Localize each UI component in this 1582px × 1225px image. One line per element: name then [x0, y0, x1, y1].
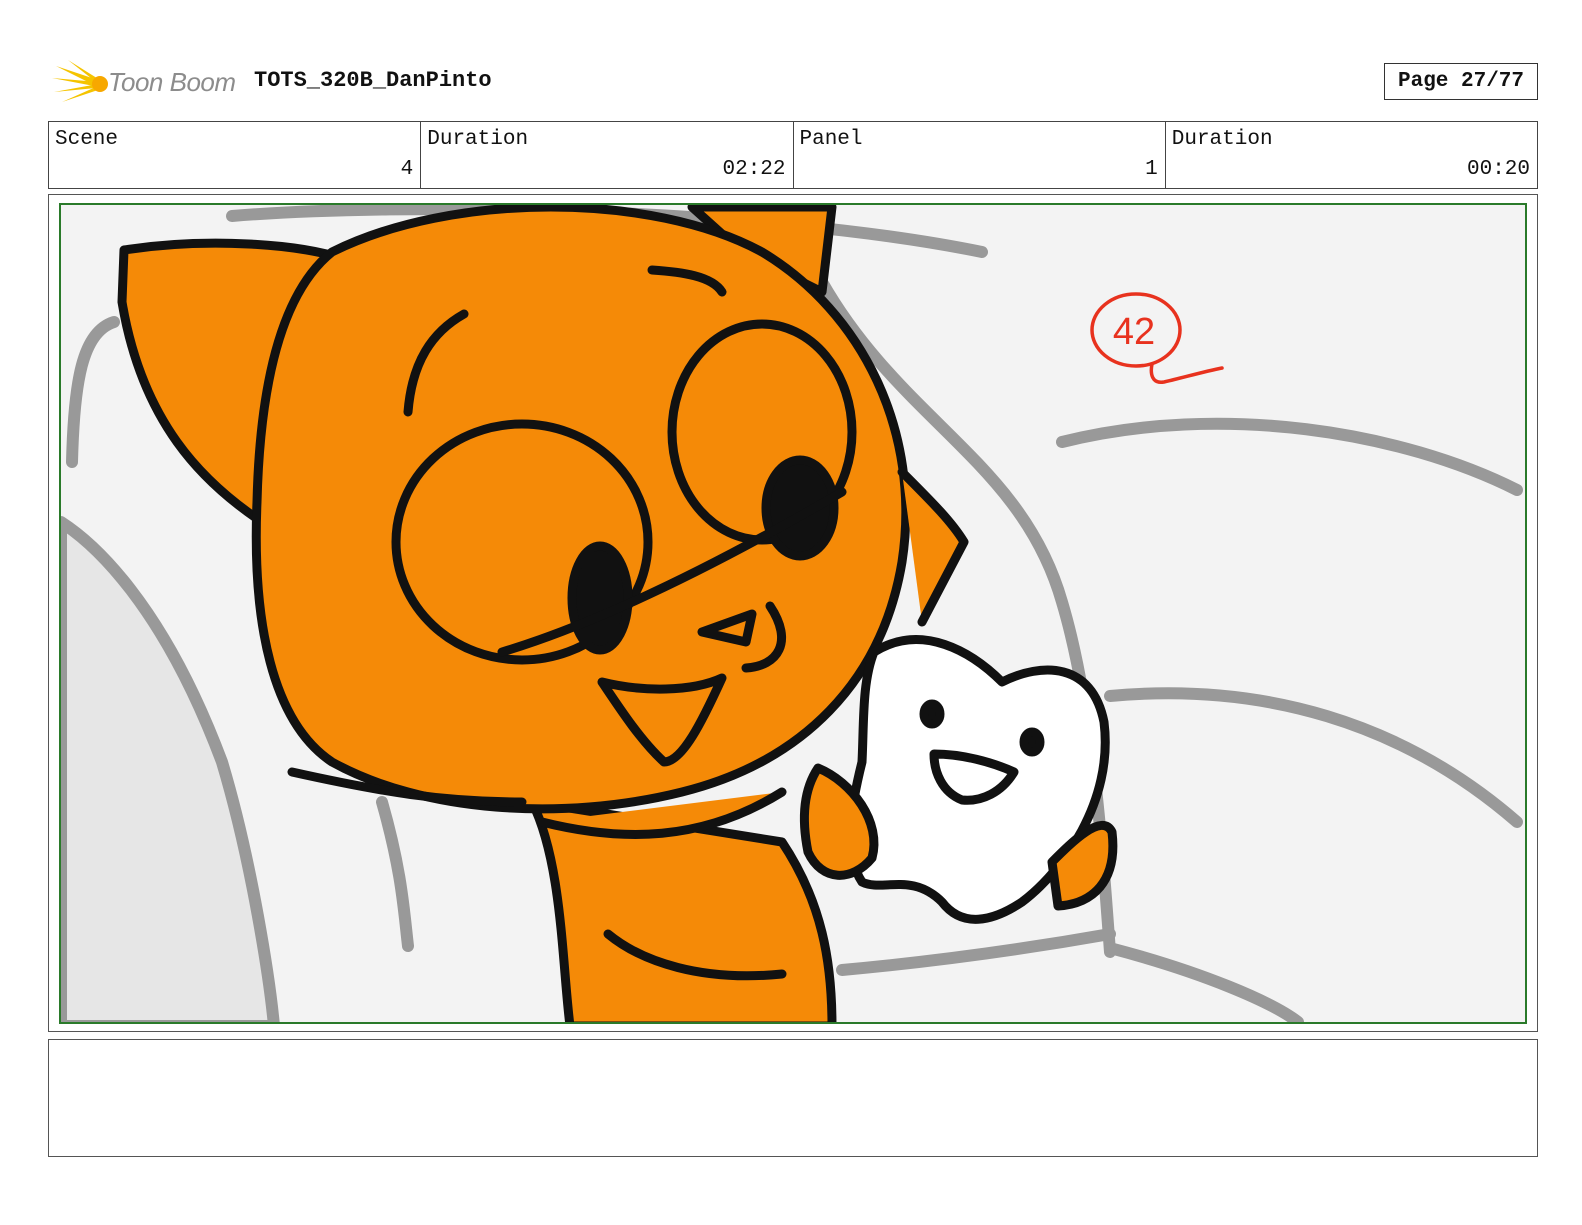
panel-duration-label: Duration	[1171, 128, 1273, 151]
annotation-tail	[1149, 362, 1224, 384]
starburst-icon	[52, 60, 108, 102]
scene-duration-cell: Duration 02:22	[421, 122, 794, 188]
panel-duration-cell: Duration 00:20	[1166, 122, 1537, 188]
cat-pupil-left	[567, 541, 633, 655]
logo-text: Toon Boom	[108, 67, 236, 97]
tooth-eye-left	[919, 699, 945, 729]
project-title: TOTS_320B_DanPinto	[254, 68, 492, 93]
tooth-eye-right	[1019, 727, 1045, 757]
storyboard-drawing: 42	[61, 205, 1523, 1022]
scene-value: 4	[400, 158, 414, 181]
panel-duration-value: 00:20	[1466, 158, 1530, 181]
scene-duration-label: Duration	[427, 128, 529, 151]
annotation-marker: 42	[1090, 292, 1224, 384]
panel-cell: Panel 1	[794, 122, 1166, 188]
scene-label: Scene	[55, 128, 119, 151]
scene-duration-value: 02:22	[722, 158, 786, 181]
page-header: Toon Boom TOTS_320B_DanPinto Page 27/77	[48, 52, 1538, 110]
page-indicator: Page 27/77	[1384, 63, 1538, 100]
scene-info-table: Scene 4 Duration 02:22 Panel 1 Duration …	[48, 121, 1538, 189]
panel-label: Panel	[799, 128, 863, 151]
panel-value: 1	[1145, 158, 1158, 181]
annotation-number: 42	[1113, 311, 1155, 353]
scene-cell: Scene 4	[49, 122, 422, 188]
toon-boom-logo: Toon Boom	[52, 58, 242, 106]
panel-notes-box[interactable]	[48, 1039, 1538, 1157]
panel-drawing-area: 42	[59, 203, 1527, 1024]
cat-pupil-right	[761, 455, 839, 561]
